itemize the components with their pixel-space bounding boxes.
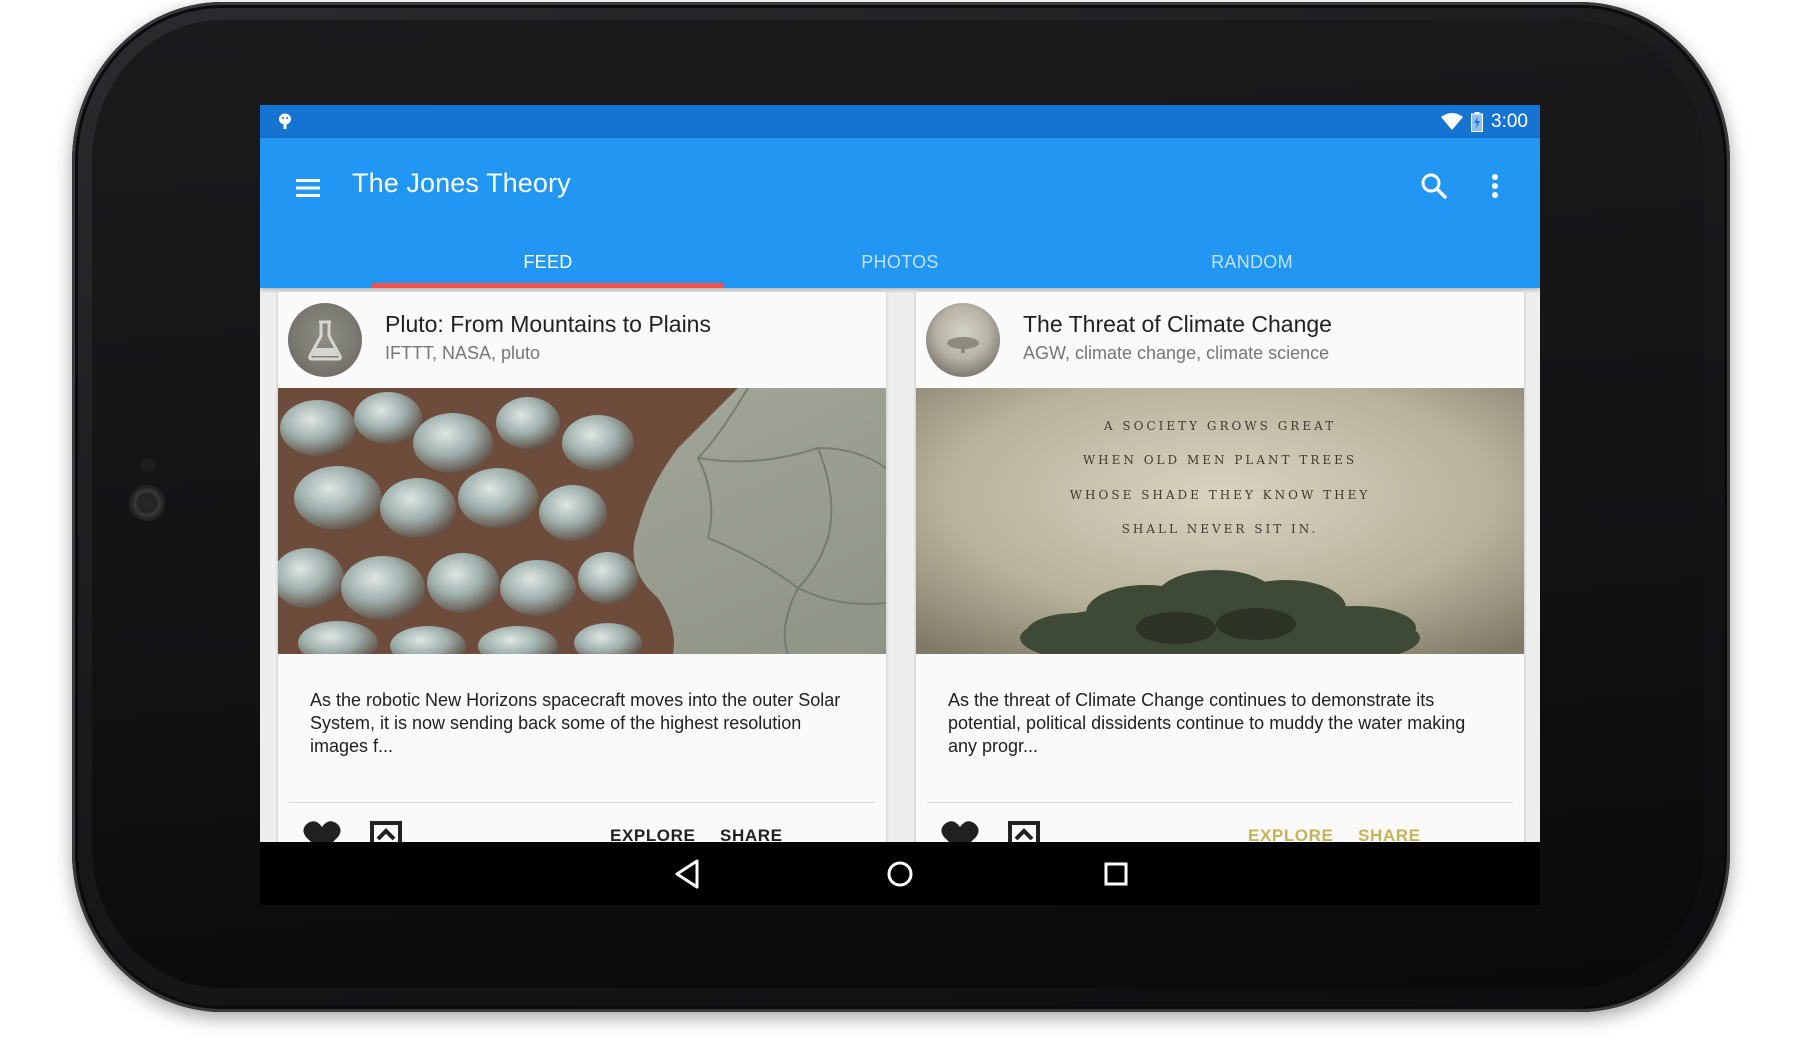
tree-icon xyxy=(926,303,1000,377)
tab-photos[interactable]: PHOTOS xyxy=(724,236,1076,288)
card-excerpt: As the robotic New Horizons spacecraft m… xyxy=(310,690,841,756)
system-nav-bar xyxy=(260,842,1540,905)
device-screen: 3:00 The Jones Theory FEED PHOTOS RANDOM… xyxy=(260,105,1540,905)
home-icon[interactable] xyxy=(882,856,918,892)
card-tags: AGW, climate change, climate science xyxy=(1023,343,1330,363)
feed-card-climate[interactable]: The Threat of Climate Change AGW, climat… xyxy=(916,292,1524,852)
tree-quote-image: A SOCIETY GROWS GREAT WHEN OLD MEN PLANT… xyxy=(916,388,1524,654)
quote-line-4: SHALL NEVER SIT IN. xyxy=(1122,522,1319,536)
card-excerpt: As the threat of Climate Change continue… xyxy=(948,690,1466,756)
search-icon[interactable] xyxy=(1418,170,1450,202)
quote-line-3: WHOSE SHADE THEY KNOW THEY xyxy=(1070,488,1371,502)
back-icon[interactable] xyxy=(669,856,705,892)
card-title: The Threat of Climate Change xyxy=(1023,311,1332,337)
feed-card-pluto[interactable]: Pluto: From Mountains to Plains IFTTT, N… xyxy=(278,292,886,852)
tab-feed[interactable]: FEED xyxy=(372,236,724,288)
tab-bar: FEED PHOTOS RANDOM xyxy=(372,236,1428,288)
card-header: Pluto: From Mountains to Plains IFTTT, N… xyxy=(278,292,886,388)
status-icons: 3:00 xyxy=(1441,105,1528,138)
quote-line-2: WHEN OLD MEN PLANT TREES xyxy=(1083,453,1357,467)
card-divider xyxy=(289,802,875,803)
android-debug-icon xyxy=(279,113,291,129)
tab-random-label: RANDOM xyxy=(1211,251,1293,272)
card-tags: IFTTT, NASA, pluto xyxy=(385,343,541,363)
tab-random[interactable]: RANDOM xyxy=(1076,236,1428,288)
flask-icon xyxy=(288,303,362,377)
menu-icon[interactable] xyxy=(294,176,322,200)
camera-lens xyxy=(131,487,163,519)
sensor-dot xyxy=(141,458,155,472)
tab-indicator xyxy=(372,283,724,288)
card-divider xyxy=(927,802,1513,803)
wifi-icon xyxy=(1441,113,1464,130)
status-bar: 3:00 xyxy=(260,105,1540,138)
recents-icon[interactable] xyxy=(1098,856,1134,892)
app-title: The Jones Theory xyxy=(352,168,571,198)
app-toolbar: The Jones Theory FEED PHOTOS RANDOM xyxy=(260,138,1540,288)
card-header: The Threat of Climate Change AGW, climat… xyxy=(916,292,1524,388)
pluto-surface-image xyxy=(278,388,886,654)
more-vert-icon[interactable] xyxy=(1485,170,1505,202)
clock: 3:00 xyxy=(1491,110,1528,132)
battery-charging-icon xyxy=(1471,111,1484,132)
quote-line-1: A SOCIETY GROWS GREAT xyxy=(1103,419,1336,433)
tab-photos-label: PHOTOS xyxy=(861,251,939,272)
card-title: Pluto: From Mountains to Plains xyxy=(385,311,711,337)
tab-feed-label: FEED xyxy=(523,251,573,272)
